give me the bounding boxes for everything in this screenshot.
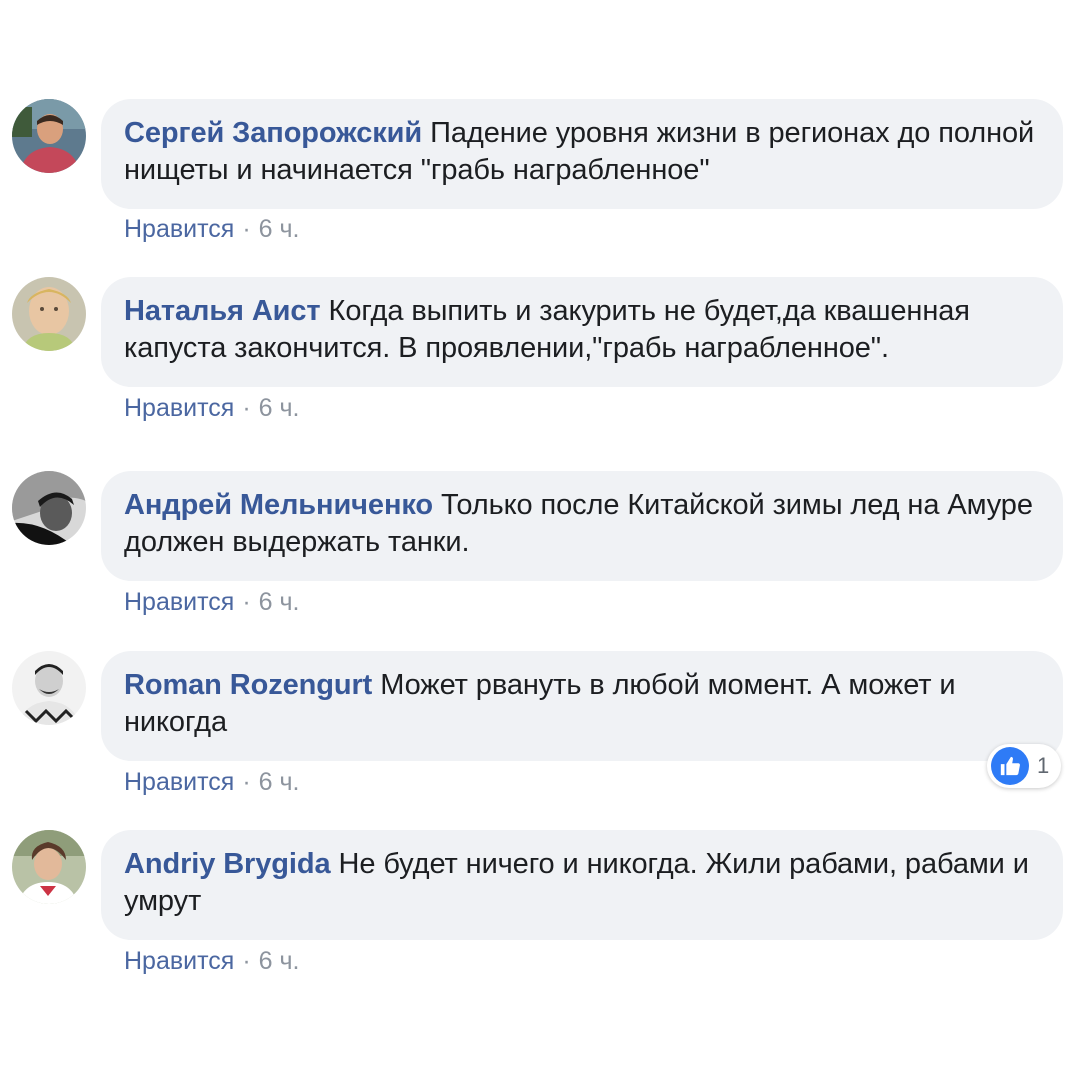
comment-time[interactable]: 6 ч. <box>259 768 300 796</box>
comment-author[interactable]: Roman Rozengurt <box>124 669 372 701</box>
like-link[interactable]: Нравится <box>124 947 234 975</box>
like-link[interactable]: Нравится <box>124 394 234 422</box>
separator: · <box>242 588 251 616</box>
separator: · <box>242 768 251 796</box>
avatar[interactable] <box>12 830 86 904</box>
comment-time[interactable]: 6 ч. <box>259 588 300 616</box>
comment-actions: Нравится · 6 ч. <box>124 946 299 976</box>
comment-time[interactable]: 6 ч. <box>259 947 300 975</box>
comment-bubble: Наталья Аист Когда выпить и закурить не б… <box>101 277 1063 387</box>
separator: · <box>242 215 251 243</box>
comment-bubble: Сергей Запорожский Падение уровня жизни в… <box>101 99 1063 209</box>
comment-bubble: Andriy Brygida Не будет ничего и никогда.… <box>101 830 1063 940</box>
avatar[interactable] <box>12 277 86 351</box>
comment-author[interactable]: Сергей Запорожский <box>124 117 422 149</box>
comment-actions: Нравится · 6 ч. <box>124 767 299 797</box>
thumbs-up-icon <box>991 747 1029 785</box>
comment-author[interactable]: Андрей Мельниченко <box>124 489 433 521</box>
avatar[interactable] <box>12 651 86 725</box>
comment-actions: Нравится · 6 ч. <box>124 393 299 423</box>
comment-time[interactable]: 6 ч. <box>259 215 300 243</box>
separator: · <box>242 394 251 422</box>
reaction-summary[interactable]: 1 <box>987 744 1061 788</box>
comment-time[interactable]: 6 ч. <box>259 394 300 422</box>
comment-bubble: Андрей Мельниченко Только после Китайской… <box>101 471 1063 581</box>
avatar[interactable] <box>12 99 86 173</box>
avatar[interactable] <box>12 471 86 545</box>
like-link[interactable]: Нравится <box>124 768 234 796</box>
comment-author[interactable]: Andriy Brygida <box>124 848 331 880</box>
reaction-count: 1 <box>1037 753 1050 778</box>
comment-actions: Нравится · 6 ч. <box>124 214 299 244</box>
like-link[interactable]: Нравится <box>124 215 234 243</box>
comment-author[interactable]: Наталья Аист <box>124 295 321 327</box>
comment-bubble: Roman Rozengurt Может рвануть в любой мом… <box>101 651 1063 761</box>
separator: · <box>242 947 251 975</box>
comment-actions: Нравится · 6 ч. <box>124 587 299 617</box>
like-link[interactable]: Нравится <box>124 588 234 616</box>
